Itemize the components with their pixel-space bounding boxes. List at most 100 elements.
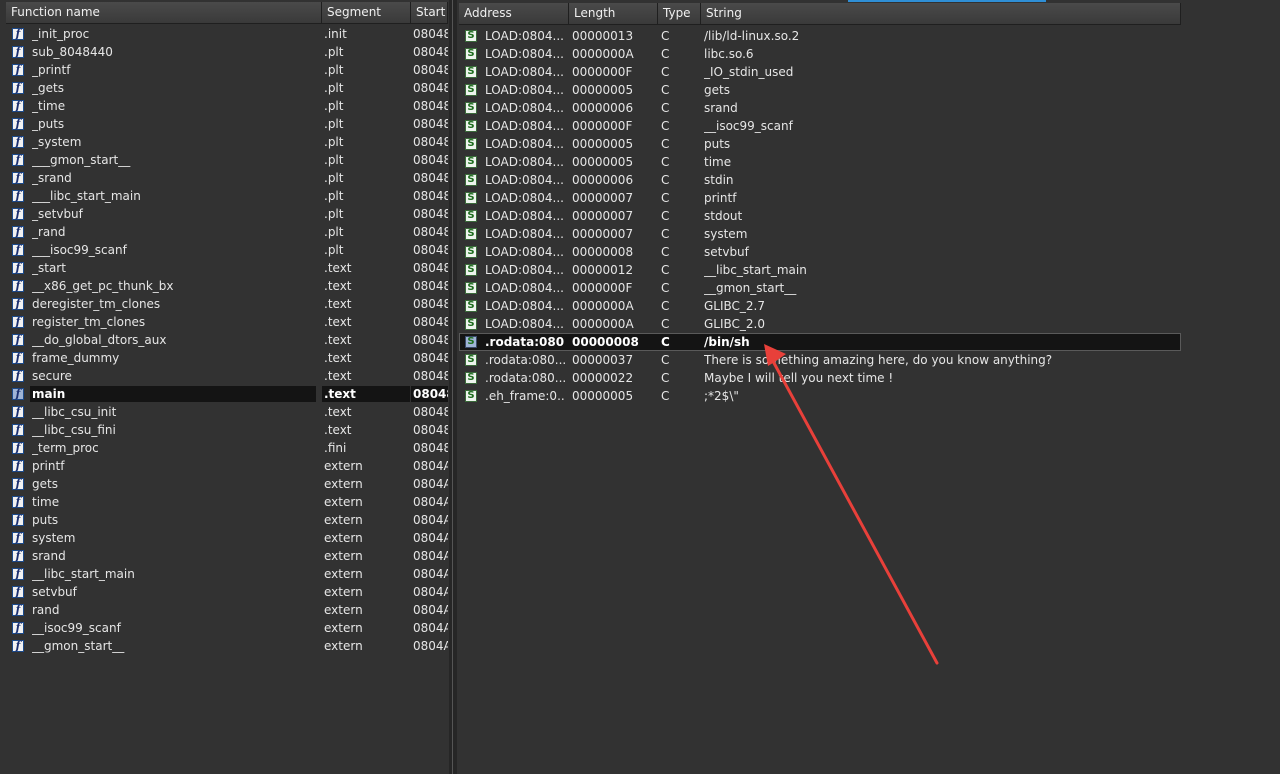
function-segment: .text bbox=[324, 261, 352, 275]
function-row[interactable]: f sub_8048440 .plt 08048 bbox=[6, 43, 448, 61]
string-row[interactable]: S LOAD:0804... 00000007 Cstdout bbox=[459, 207, 1181, 225]
function-start: 08048 bbox=[413, 45, 448, 59]
col-header-string[interactable]: String bbox=[701, 3, 1181, 25]
function-row[interactable]: f ___libc_start_main .plt 08048 bbox=[6, 187, 448, 205]
string-row[interactable]: S LOAD:0804... 00000005 Cgets bbox=[459, 81, 1181, 99]
string-row[interactable]: S LOAD:0804... 0000000A C GLIBC_2.7 bbox=[459, 297, 1181, 315]
col-header-address[interactable]: Address bbox=[459, 3, 569, 25]
function-row[interactable]: f __gmon_start__ extern 0804A bbox=[6, 637, 448, 655]
function-segment: extern bbox=[324, 549, 363, 563]
string-address: LOAD:0804... bbox=[485, 65, 564, 79]
string-row[interactable]: S LOAD:0804... 00000006 Cstdin bbox=[459, 171, 1181, 189]
col-header-length[interactable]: Length bbox=[569, 3, 658, 25]
string-value: stdout bbox=[704, 209, 743, 223]
function-name: gets bbox=[32, 477, 58, 491]
function-row[interactable]: f setvbuf extern 0804A bbox=[6, 583, 448, 601]
function-name: rand bbox=[32, 603, 60, 617]
string-row[interactable]: S LOAD:0804... 0000000A Clibc.so.6 bbox=[459, 45, 1181, 63]
function-row[interactable]: f _gets .plt 08048 bbox=[6, 79, 448, 97]
string-value: __isoc99_scanf bbox=[704, 119, 793, 133]
function-row[interactable]: f _time .plt 08048 bbox=[6, 97, 448, 115]
function-row[interactable]: f register_tm_clones .text 08048 bbox=[6, 313, 448, 331]
string-icon: S bbox=[465, 30, 477, 42]
col-header-start[interactable]: Start bbox=[411, 2, 448, 24]
string-address: LOAD:0804... bbox=[485, 155, 564, 169]
string-type: C bbox=[661, 47, 670, 61]
function-row[interactable]: f _start .text 08048 bbox=[6, 259, 448, 277]
function-start: 08048 bbox=[413, 405, 448, 419]
function-row[interactable]: f ___gmon_start__ .plt 08048 bbox=[6, 151, 448, 169]
string-value: stdin bbox=[704, 173, 734, 187]
col-header-segment[interactable]: Segment bbox=[322, 2, 411, 24]
function-row[interactable]: f system extern 0804A bbox=[6, 529, 448, 547]
string-type: C bbox=[661, 389, 670, 403]
function-segment: .text bbox=[324, 297, 352, 311]
function-start: 08048 bbox=[413, 243, 448, 257]
function-row[interactable]: f __do_global_dtors_aux .text 08048 bbox=[6, 331, 448, 349]
string-row[interactable]: S LOAD:0804... 00000008 Csetvbuf bbox=[459, 243, 1181, 261]
function-icon: f bbox=[12, 550, 24, 562]
function-row[interactable]: fmain .text08048 bbox=[6, 385, 448, 403]
string-row[interactable]: S LOAD:0804... 00000007 Csystem bbox=[459, 225, 1181, 243]
function-name: srand bbox=[32, 549, 66, 563]
function-row[interactable]: f __isoc99_scanf extern 0804A bbox=[6, 619, 448, 637]
string-row[interactable]: S .rodata:080... 00000022 C Maybe I will tel… bbox=[459, 369, 1181, 387]
function-name: time bbox=[32, 495, 60, 509]
string-row[interactable]: S LOAD:0804... 00000006 Csrand bbox=[459, 99, 1181, 117]
function-row[interactable]: f _puts .plt 08048 bbox=[6, 115, 448, 133]
string-row[interactable]: S LOAD:0804... 0000000F C _IO_stdin_used bbox=[459, 63, 1181, 81]
function-row[interactable]: f __libc_start_main extern 0804A bbox=[6, 565, 448, 583]
string-row[interactable]: S LOAD:0804... 00000013 C/lib/ld-linux.so.2 bbox=[459, 27, 1181, 45]
function-start: 08048 bbox=[413, 27, 448, 41]
string-type: C bbox=[661, 335, 670, 349]
string-length: 00000008 bbox=[572, 335, 639, 349]
string-row[interactable]: S .rodata:080... 00000008 C/bin/sh bbox=[459, 333, 1181, 351]
function-row[interactable]: f _printf .plt 08048 bbox=[6, 61, 448, 79]
function-start: 08048 bbox=[413, 81, 448, 95]
function-row[interactable]: f gets extern 0804A bbox=[6, 475, 448, 493]
function-row[interactable]: f _system .plt 08048 bbox=[6, 133, 448, 151]
string-row[interactable]: S LOAD:0804... 00000005 Cputs bbox=[459, 135, 1181, 153]
function-row[interactable]: f secure .text 08048 bbox=[6, 367, 448, 385]
function-row[interactable]: f _term_proc .fini 08048 bbox=[6, 439, 448, 457]
function-row[interactable]: f puts extern 0804A bbox=[6, 511, 448, 529]
function-row[interactable]: f ___isoc99_scanf .plt 08048 bbox=[6, 241, 448, 259]
function-row[interactable]: f printf extern 0804A bbox=[6, 457, 448, 475]
function-segment: .plt bbox=[324, 189, 344, 203]
string-length: 00000012 bbox=[572, 263, 634, 277]
function-row[interactable]: f deregister_tm_clones .text 08048 bbox=[6, 295, 448, 313]
string-row[interactable]: S LOAD:0804... 00000005 Ctime bbox=[459, 153, 1181, 171]
function-row[interactable]: f __libc_csu_fini .text 08048 bbox=[6, 421, 448, 439]
string-address: .eh_frame:0... bbox=[485, 389, 565, 403]
function-row[interactable]: f srand extern 0804A bbox=[6, 547, 448, 565]
string-type: C bbox=[661, 173, 670, 187]
functions-pane: Function name Segment Start f _init_proc.… bbox=[6, 2, 448, 774]
function-row[interactable]: f __libc_csu_init .text 08048 bbox=[6, 403, 448, 421]
string-row[interactable]: S LOAD:0804... 0000000F C __isoc99_scanf bbox=[459, 117, 1181, 135]
function-name: __libc_csu_fini bbox=[32, 423, 116, 437]
string-row[interactable]: S .rodata:080... 00000037 C There is somethi… bbox=[459, 351, 1181, 369]
function-row[interactable]: f frame_dummy .text 08048 bbox=[6, 349, 448, 367]
function-row[interactable]: f _rand .plt 08048 bbox=[6, 223, 448, 241]
pane-splitter[interactable] bbox=[449, 0, 457, 774]
col-header-function-name[interactable]: Function name bbox=[6, 2, 322, 24]
function-segment: .text bbox=[324, 423, 352, 437]
string-type: C bbox=[661, 155, 670, 169]
string-row[interactable]: S LOAD:0804... 0000000A C GLIBC_2.0 bbox=[459, 315, 1181, 333]
function-name: secure bbox=[32, 369, 72, 383]
function-name: __do_global_dtors_aux bbox=[32, 333, 167, 347]
string-row[interactable]: S .eh_frame:0... 00000005 C ;*2$\" bbox=[459, 387, 1181, 405]
function-icon: f bbox=[12, 46, 24, 58]
function-row[interactable]: f rand extern 0804A bbox=[6, 601, 448, 619]
function-row[interactable]: f _init_proc .init 08048 bbox=[6, 25, 448, 43]
string-row[interactable]: S LOAD:0804... 0000000F C __gmon_start__ bbox=[459, 279, 1181, 297]
function-row[interactable]: f _setvbuf .plt 08048 bbox=[6, 205, 448, 223]
function-row[interactable]: f _srand .plt 08048 bbox=[6, 169, 448, 187]
string-length: 00000008 bbox=[572, 245, 634, 259]
function-row[interactable]: f time extern 0804A bbox=[6, 493, 448, 511]
col-header-type[interactable]: Type bbox=[658, 3, 701, 25]
string-row[interactable]: S LOAD:0804... 00000007 Cprintf bbox=[459, 189, 1181, 207]
string-row[interactable]: S LOAD:0804... 00000012 C __libc_start_main bbox=[459, 261, 1181, 279]
function-row[interactable]: f __x86_get_pc_thunk_bx .text 08048 bbox=[6, 277, 448, 295]
string-value: GLIBC_2.0 bbox=[704, 317, 766, 331]
